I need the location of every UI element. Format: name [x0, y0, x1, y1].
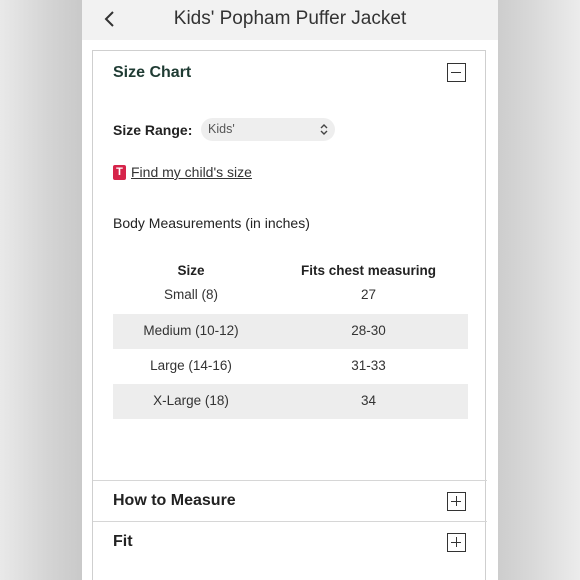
column-header-size: Size	[177, 263, 205, 278]
collapse-size-chart-button[interactable]	[447, 63, 466, 82]
chest-cell: 34	[360, 393, 377, 408]
size-chart-heading: Size Chart	[113, 64, 192, 81]
measurements-title: Body Measurements (in inches)	[113, 215, 310, 231]
chest-cell: 28-30	[351, 323, 386, 338]
size-cell: Small (8)	[163, 287, 218, 302]
size-guide-panel: Size Chart Size Range: Kids' T Find my c…	[92, 50, 487, 580]
size-finder-badge-icon: T	[113, 165, 126, 180]
size-cell: Medium (10-12)	[143, 323, 239, 338]
column-header-chest: Fits chest measuring	[300, 263, 437, 278]
size-cell: X-Large (18)	[153, 393, 229, 408]
table-row: X-Large (18) 34	[113, 384, 468, 419]
background-left	[0, 0, 82, 580]
how-to-measure-heading: How to Measure	[113, 492, 236, 509]
size-range-select[interactable]: Kids'	[201, 118, 335, 141]
background-right	[498, 0, 580, 580]
size-cell: Large (14-16)	[150, 358, 232, 373]
chest-cell: 27	[360, 287, 377, 302]
table-row: Large (14-16) 31-33	[113, 349, 468, 384]
expand-fit-button[interactable]	[447, 533, 466, 552]
section-divider	[93, 521, 487, 522]
expand-how-to-measure-button[interactable]	[447, 492, 466, 511]
size-range-value: Kids'	[208, 122, 235, 136]
page-title: Kids' Popham Puffer Jacket	[173, 8, 407, 29]
size-table: Size Fits chest measuring Small (8) 27 M…	[113, 258, 468, 419]
table-row: Small (8) 27	[113, 284, 468, 314]
minus-icon	[451, 71, 461, 73]
table-header: Size Fits chest measuring	[113, 258, 468, 284]
section-divider	[93, 480, 487, 481]
size-range-label: Size Range:	[113, 122, 193, 138]
table-row: Medium (10-12) 28-30	[113, 314, 468, 349]
fit-heading: Fit	[113, 533, 133, 550]
chest-cell: 31-33	[351, 358, 386, 373]
find-child-size-text: Find my child's size	[131, 164, 252, 180]
mobile-screen: Kids' Popham Puffer Jacket Size Chart Si…	[82, 0, 498, 580]
top-bar: Kids' Popham Puffer Jacket	[82, 0, 498, 40]
chevron-up-down-icon	[320, 124, 328, 135]
